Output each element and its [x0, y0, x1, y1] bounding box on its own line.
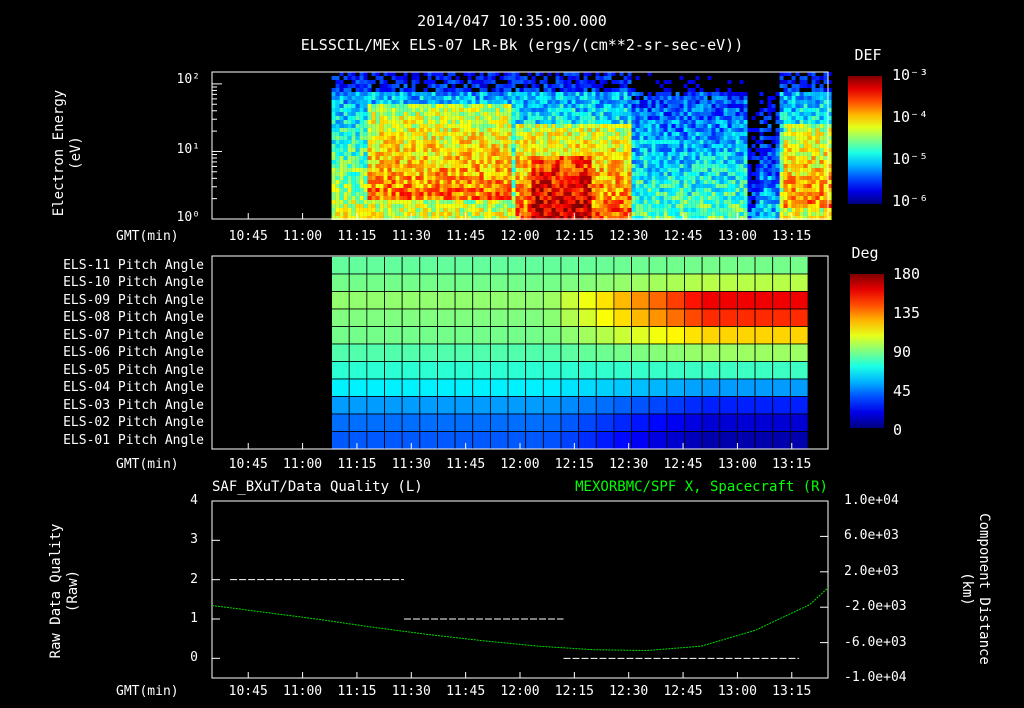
time-tick-label: 11:15 — [337, 684, 377, 699]
time-tick-label: 11:45 — [446, 457, 486, 472]
right-tick-label: -2.0e+03 — [844, 599, 907, 615]
pitch-row-label: ELS-11 Pitch Angle — [63, 257, 204, 273]
spectrogram-title: ELSSCIL/MEx ELS-07 LR-Bk (ergs/(cm**2-sr… — [300, 36, 744, 54]
def-label-2: 10⁻⁵ — [892, 150, 929, 168]
pitch-cells — [331, 256, 809, 450]
pitch-row-label: ELS-10 Pitch Angle — [63, 275, 204, 290]
time-tick-label: 11:00 — [283, 457, 323, 472]
pitch-row-label: ELS-02 Pitch Angle — [63, 415, 204, 430]
pitch-row-label: ELS-05 Pitch Angle — [63, 362, 204, 378]
deg-label-90: 90 — [893, 343, 912, 361]
timestamp-title: 2014/047 10:35:00.000 — [417, 12, 607, 30]
ql-line-1: Raw Data Quality — [48, 523, 64, 659]
pitch-row-label: ELS-04 Pitch Angle — [63, 380, 204, 395]
time-tick-label: 13:00 — [717, 684, 757, 699]
gmt-label-2: GMT(min) — [116, 457, 179, 472]
time-tick-label: 13:15 — [772, 457, 812, 472]
gmt-label-1: GMT(min) — [116, 229, 179, 244]
time-tick-label: 13:00 — [717, 229, 757, 244]
energy-tick-2: 10² — [176, 72, 200, 87]
time-tick-label: 11:30 — [391, 457, 431, 472]
right-tick-label: 1.0e+04 — [844, 493, 899, 508]
quality-ylabel-left: Raw Data Quality (Raw) — [48, 506, 82, 676]
time-tick-label: 12:15 — [554, 457, 594, 472]
right-tick-label: -6.0e+03 — [844, 634, 907, 650]
left-tick-label: 0 — [190, 650, 198, 666]
pitch-row-label: ELS-08 Pitch Angle — [63, 310, 204, 325]
pitch-row-label: ELS-01 Pitch Angle — [63, 432, 204, 448]
time-tick-label: 10:45 — [228, 229, 268, 244]
time-tick-label: 11:15 — [337, 457, 377, 472]
quality-ylabel-right: Component Distance (km) — [958, 504, 992, 674]
right-tick-label: 2.0e+03 — [844, 563, 899, 579]
time-tick-label: 11:00 — [283, 229, 323, 244]
quality-title-right: MEXORBMC/SPF X, Spacecraft (R) — [575, 479, 828, 495]
energy-tick-1: 10¹ — [176, 142, 200, 157]
right-tick-label: 6.0e+03 — [844, 528, 899, 544]
spectrogram-ylabel: Electron Energy (eV) — [51, 73, 85, 233]
ylabel-line-2: (eV) — [68, 136, 84, 170]
left-tick-label: 3 — [190, 532, 198, 548]
deg-label-0: 0 — [893, 421, 903, 439]
deg-label-180: 180 — [893, 265, 921, 283]
time-tick-label: 13:15 — [772, 229, 812, 244]
time-tick-label: 10:45 — [228, 457, 268, 472]
distance-curve — [211, 587, 829, 652]
deg-label-135: 135 — [893, 304, 921, 322]
deg-colorbar — [850, 274, 884, 428]
left-tick-label: 4 — [190, 493, 198, 508]
time-tick-label: 12:00 — [500, 229, 540, 244]
time-tick-label: 12:30 — [609, 457, 649, 472]
gmt-label-3: GMT(min) — [116, 684, 179, 699]
time-tick-label: 13:15 — [772, 684, 812, 699]
time-tick-label: 11:00 — [283, 684, 323, 699]
qr-line-2: (km) — [959, 572, 975, 606]
time-tick-label: 12:30 — [609, 684, 649, 699]
def-colorbar-title: DEF — [854, 46, 882, 64]
time-tick-label: 12:15 — [554, 684, 594, 699]
time-tick-label: 11:45 — [446, 684, 486, 699]
pitch-row-label: ELS-09 Pitch Angle — [63, 292, 204, 308]
left-tick-label: 2 — [190, 571, 198, 587]
energy-tick-0: 10⁰ — [176, 210, 200, 225]
time-tick-label: 12:30 — [609, 229, 649, 244]
quality-title-left: SAF_BXuT/Data Quality (L) — [212, 479, 423, 495]
pitch-row-label: ELS-07 Pitch Angle — [63, 327, 204, 343]
def-label-0: 10⁻³ — [892, 66, 929, 84]
right-tick-label: -1.0e+04 — [844, 670, 907, 685]
def-label-3: 10⁻⁶ — [892, 192, 929, 210]
time-tick-label: 11:45 — [446, 229, 486, 244]
pitch-row-label: ELS-06 Pitch Angle — [63, 345, 204, 360]
time-tick-label: 12:45 — [663, 457, 703, 472]
time-tick-label: 13:00 — [717, 457, 757, 472]
def-colorbar — [848, 76, 882, 204]
time-tick-label: 12:00 — [500, 457, 540, 472]
time-tick-label: 11:30 — [391, 684, 431, 699]
ylabel-line-1: Electron Energy — [51, 89, 67, 217]
time-tick-label: 12:15 — [554, 229, 594, 244]
time-tick-label: 12:45 — [663, 229, 703, 244]
spectrogram-cells — [331, 72, 832, 220]
qr-line-1: Component Distance — [976, 513, 992, 665]
def-label-1: 10⁻⁴ — [892, 108, 929, 126]
left-tick-label: 1 — [190, 611, 198, 626]
deg-label-45: 45 — [893, 382, 912, 400]
time-tick-label: 11:15 — [337, 229, 377, 244]
time-tick-label: 12:45 — [663, 684, 703, 699]
quality-frame — [211, 500, 829, 679]
pitch-row-label: ELS-03 Pitch Angle — [63, 397, 204, 413]
ql-line-2: (Raw) — [65, 569, 81, 613]
time-tick-label: 12:00 — [500, 684, 540, 699]
time-tick-label: 11:30 — [391, 229, 431, 244]
deg-colorbar-title: Deg — [851, 244, 879, 262]
time-tick-label: 10:45 — [228, 684, 268, 699]
